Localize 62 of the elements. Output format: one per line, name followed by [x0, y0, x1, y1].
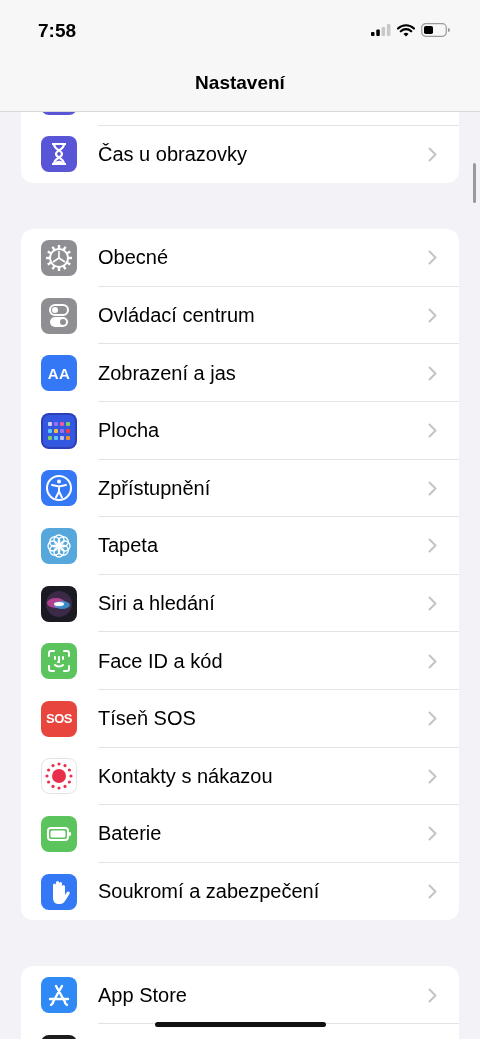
orb-icon: [41, 585, 77, 622]
row-label: Soukromí a zabezpečení: [98, 880, 321, 903]
app-store-icon: [41, 977, 77, 1014]
chevron-icon: [428, 987, 437, 1003]
settings-row[interactable]: Zpřístupnění: [21, 459, 459, 518]
row-label: Siri a hledání: [98, 592, 216, 616]
settings-row[interactable]: AA Zobrazení a jas: [21, 344, 459, 402]
wifi-icon: [397, 23, 415, 37]
page-title: Nastavení: [195, 71, 285, 94]
battery-status-icon: [421, 23, 450, 37]
chevron-icon: [428, 480, 437, 496]
settings-row[interactable]: Face ID a kód: [21, 632, 459, 690]
chevron-icon: [428, 308, 437, 324]
chevron-icon: [428, 538, 437, 554]
battery-icon: [41, 815, 77, 852]
toggles-icon: [41, 297, 77, 334]
settings-row[interactable]: Plocha: [21, 401, 459, 460]
settings-row[interactable]: App Store: [21, 966, 459, 1024]
row-label: Baterie: [98, 822, 163, 846]
scroll-indicator: [473, 163, 476, 203]
settings-row[interactable]: Kontakty s nákazou: [21, 747, 459, 806]
chevron-icon: [428, 884, 437, 899]
chevron-icon: [428, 146, 437, 162]
chevron-icon: [428, 711, 437, 727]
chevron-icon: [428, 653, 437, 669]
chevron-icon: [428, 423, 437, 439]
row-label: Zpřístupnění: [98, 476, 212, 500]
row-label: Tapeta: [98, 534, 160, 558]
row-label: App Store: [98, 983, 188, 1007]
row-label: Plocha: [98, 419, 161, 443]
row-label: Obecné: [98, 246, 170, 270]
sos-icon: SOS: [41, 700, 77, 737]
flower-icon: [41, 527, 77, 564]
row-label: Face ID a kód: [98, 649, 224, 673]
settings-row[interactable]: SOS Tíseň SOS: [21, 689, 459, 748]
signal-icon: [371, 24, 391, 36]
accessibility-icon: [41, 470, 77, 507]
chevron-icon: [428, 768, 437, 784]
settings-row[interactable]: Soukromí a zabezpečení: [21, 862, 459, 921]
home-screen-icon: [41, 412, 77, 449]
chevron-icon: [428, 596, 437, 612]
chevron-icon: [428, 365, 437, 381]
row-label: Zobrazení a jas: [98, 361, 237, 385]
chevron-icon: [428, 250, 437, 266]
settings-row[interactable]: Baterie: [21, 805, 459, 863]
row-label: Tíseň SOS: [98, 707, 197, 731]
settings-row[interactable]: Čas u obrazovky: [21, 125, 459, 184]
row-label: Kontakty s nákazou: [98, 764, 274, 788]
face-scan-icon: [41, 643, 77, 680]
hourglass-icon: [41, 136, 77, 173]
row-label: Ovládací centrum: [98, 304, 256, 328]
settings-row[interactable]: Siri a hledání: [21, 574, 459, 633]
status-time: 7:58: [38, 19, 77, 42]
settings-row[interactable]: Ovládací centrum: [21, 286, 459, 345]
exposure-icon: [41, 758, 77, 795]
gear-icon: [41, 240, 77, 276]
text-size-icon: AA: [41, 355, 77, 392]
chevron-icon: [428, 826, 437, 842]
hand-icon: [41, 873, 77, 910]
row-label: Čas u obrazovky: [98, 142, 248, 166]
settings-row[interactable]: Tapeta: [21, 517, 459, 575]
settings-row[interactable]: Obecné: [21, 229, 459, 287]
